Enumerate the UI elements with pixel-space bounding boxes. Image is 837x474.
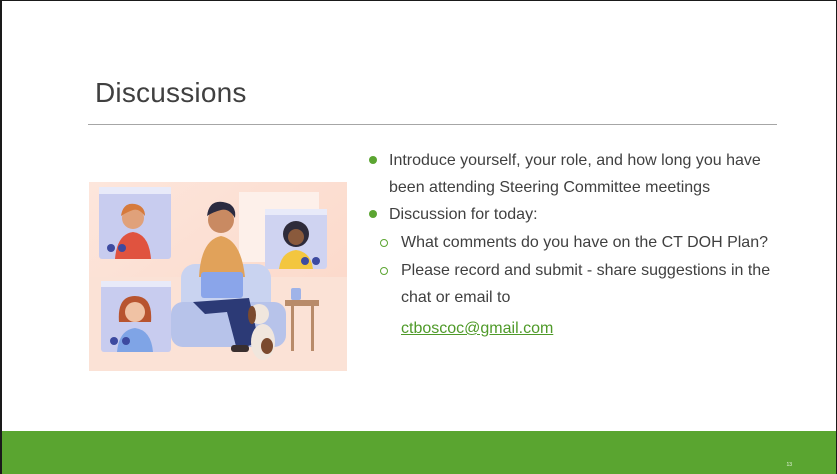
list-item: Introduce yourself, your role, and how l… xyxy=(364,147,784,201)
bullet-text: Introduce yourself, your role, and how l… xyxy=(389,152,761,196)
bullet-ring-icon xyxy=(380,267,388,275)
bullet-text: Discussion for today: xyxy=(389,206,538,223)
sub-bullet-text: What comments do you have on the CT DOH … xyxy=(401,234,768,251)
sub-bullet-text: Please record and submit - share suggest… xyxy=(401,262,771,306)
video-conference-illustration xyxy=(89,182,347,371)
slide-title: Discussions xyxy=(95,77,247,108)
list-item: Discussion for today: xyxy=(364,201,784,228)
slide: Discussions Introduce yourself, your rol… xyxy=(0,0,837,474)
bullet-list: Introduce yourself, your role, and how l… xyxy=(364,147,784,342)
title-divider xyxy=(88,124,777,125)
footer-bar xyxy=(2,431,836,474)
list-item: Please record and submit - share suggest… xyxy=(364,257,784,342)
bullet-dot-icon xyxy=(369,210,377,218)
bullet-dot-icon xyxy=(369,156,377,164)
bullet-ring-icon xyxy=(380,239,388,247)
email-link[interactable]: ctboscoc@gmail.com xyxy=(401,320,553,337)
list-item: What comments do you have on the CT DOH … xyxy=(364,229,784,256)
page-number: 13 xyxy=(786,462,792,468)
